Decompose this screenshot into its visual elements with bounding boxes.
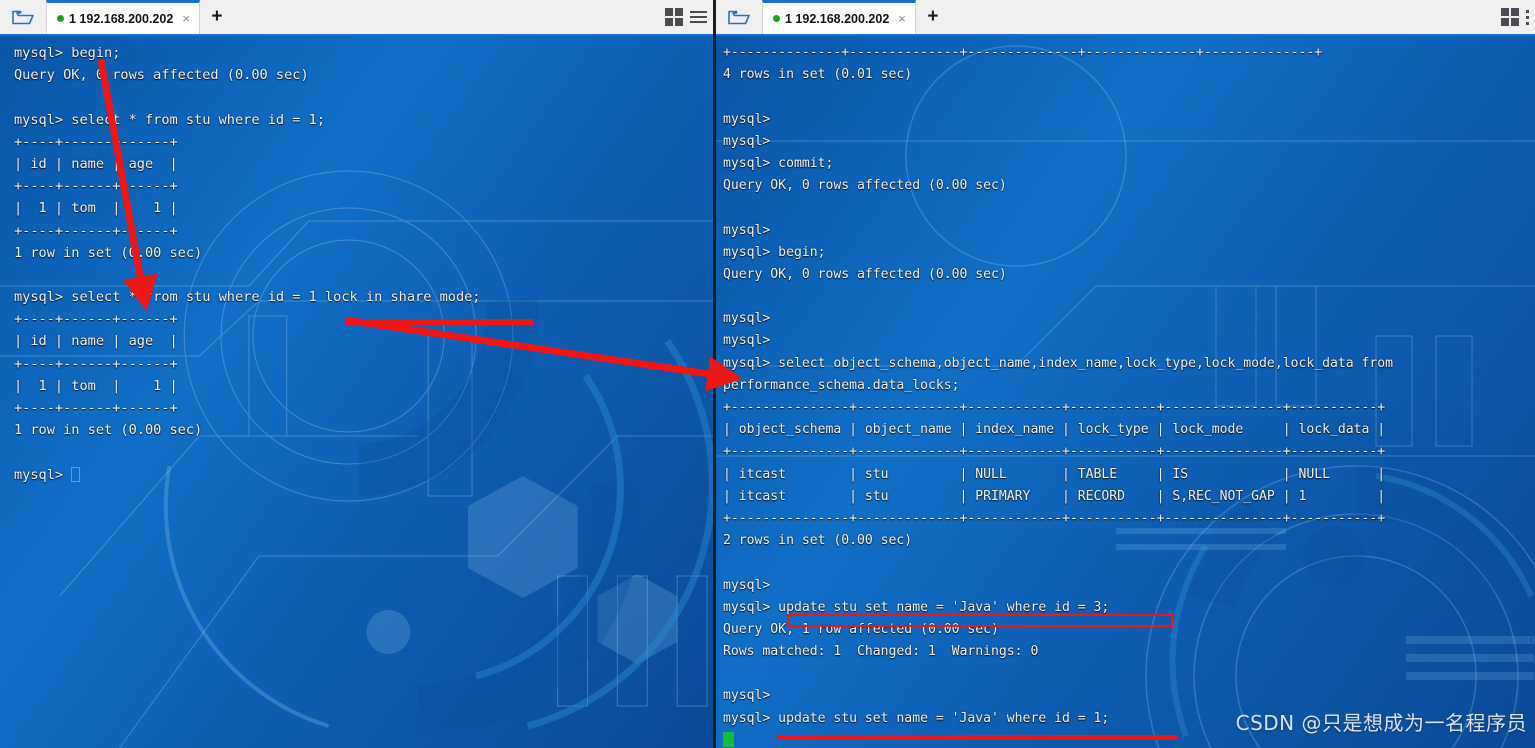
terminal-line: mysql> — [723, 133, 771, 149]
terminal-line: +----+------+------+ — [14, 222, 178, 239]
terminal-line: | id | name | age | — [14, 333, 178, 350]
tabbar-tools-right — [1501, 0, 1535, 34]
terminal-line: | 1 | tom | 1 | — [14, 377, 178, 394]
underline-lock-in-share-mode — [345, 319, 533, 325]
terminal-line: mysql> — [14, 464, 713, 486]
terminal-line: | 1 | tom | 1 | — [14, 200, 178, 217]
terminal-line: mysql> begin; — [14, 45, 121, 61]
highlight-update-id-3 — [787, 614, 1173, 627]
terminal-line: +----+------+------+ — [14, 355, 178, 372]
terminal-line: | itcast | stu | PRIMARY | RECORD | S,RE… — [723, 488, 1386, 504]
terminal-line: Query OK, 0 rows affected (0.00 sec) — [14, 67, 309, 84]
terminal-line: | object_schema | object_name | index_na… — [723, 422, 1386, 438]
terminal-line: mysql> — [723, 222, 771, 238]
terminal-line: mysql> select * from stu where id = 1 lo… — [14, 289, 481, 306]
terminal-panel-right: 1 192.168.200.202 × + +--------------+--… — [716, 0, 1535, 748]
terminal-line: Query OK, 0 rows affected (0.00 sec) — [723, 266, 1007, 282]
terminal-line: +---------------+-------------+---------… — [723, 444, 1386, 460]
terminal-line: mysql> select * from stu where id = 1; — [14, 111, 325, 128]
terminal-line: | itcast | stu | NULL | TABLE | IS | NUL… — [723, 466, 1386, 482]
terminal-output-right[interactable]: +--------------+--------------+---------… — [716, 36, 1535, 748]
grid-view-icon[interactable] — [1501, 8, 1519, 26]
terminal-line: mysql> — [723, 333, 771, 349]
terminal-line: mysql> commit; — [723, 155, 834, 171]
grid-view-icon[interactable] — [665, 8, 683, 26]
more-options-icon[interactable] — [1526, 9, 1529, 25]
csdn-watermark: CSDN @只是想成为一名程序员 — [1235, 711, 1527, 735]
terminal-line: mysql> begin; — [723, 244, 826, 260]
close-icon[interactable]: × — [898, 11, 906, 26]
tabbar-spacer-left — [234, 0, 665, 34]
terminal-line: +---------------+-------------+---------… — [723, 400, 1386, 415]
terminal-line: mysql> — [723, 688, 771, 704]
terminal-line: +----+------+------+ — [14, 178, 178, 195]
terminal-line: mysql> — [723, 577, 771, 593]
terminal-line: +----+------+------+ — [14, 133, 178, 150]
tab-label: 1 192.168.200.202 — [69, 11, 174, 26]
terminal-cursor — [71, 466, 81, 482]
terminal-output-left[interactable]: mysql> begin; Query OK, 0 rows affected (… — [0, 36, 713, 748]
terminal-line: +---------------+-------------+---------… — [723, 510, 1386, 526]
terminal-lines-right: +--------------+--------------+---------… — [716, 36, 1535, 748]
new-tab-button[interactable]: + — [916, 0, 950, 34]
tab-left-session[interactable]: 1 192.168.200.202 × — [46, 0, 200, 34]
new-tab-button[interactable]: + — [200, 0, 234, 34]
app-window: 1 192.168.200.202 × + mysql> begin; Quer… — [0, 0, 1535, 748]
terminal-line: mysql> — [723, 311, 771, 327]
terminal-line: mysql> select object_schema,object_name,… — [723, 355, 1394, 371]
terminal-line: +--------------+--------------+---------… — [723, 45, 1323, 60]
terminal-line: +----+------+------+ — [14, 400, 178, 416]
terminal-line: | id | name | age | — [14, 155, 178, 172]
terminal-line: mysql> — [723, 111, 771, 127]
tabbar-tools-left — [665, 0, 713, 34]
list-view-icon[interactable] — [690, 11, 707, 23]
underline-update-id-1 — [777, 735, 1177, 740]
open-folder-icon[interactable] — [0, 0, 46, 34]
terminal-cursor — [723, 731, 734, 747]
terminal-panel-left: 1 192.168.200.202 × + mysql> begin; Quer… — [0, 0, 716, 748]
tab-label: 1 192.168.200.202 — [785, 11, 890, 26]
open-folder-icon[interactable] — [716, 0, 762, 34]
tabbar-left: 1 192.168.200.202 × + — [0, 0, 713, 36]
terminal-line: 2 rows in set (0.00 sec) — [723, 533, 913, 549]
terminal-line: 1 row in set (0.00 sec) — [14, 244, 203, 261]
terminal-lines-left: mysql> begin; Query OK, 0 rows affected (… — [0, 36, 713, 486]
close-icon[interactable]: × — [182, 11, 190, 26]
terminal-line: Query OK, 0 rows affected (0.00 sec) — [723, 178, 1007, 194]
tab-right-session[interactable]: 1 192.168.200.202 × — [762, 0, 916, 34]
terminal-line: performance_schema.data_locks; — [723, 377, 960, 393]
tabbar-spacer-right — [950, 0, 1501, 34]
terminal-line: 4 rows in set (0.01 sec) — [723, 67, 913, 83]
green-status-dot — [57, 15, 64, 22]
green-status-dot — [773, 15, 780, 22]
terminal-line: Rows matched: 1 Changed: 1 Warnings: 0 — [723, 644, 1039, 660]
terminal-line: 1 row in set (0.00 sec) — [14, 422, 203, 439]
tabbar-right: 1 192.168.200.202 × + — [716, 0, 1535, 36]
